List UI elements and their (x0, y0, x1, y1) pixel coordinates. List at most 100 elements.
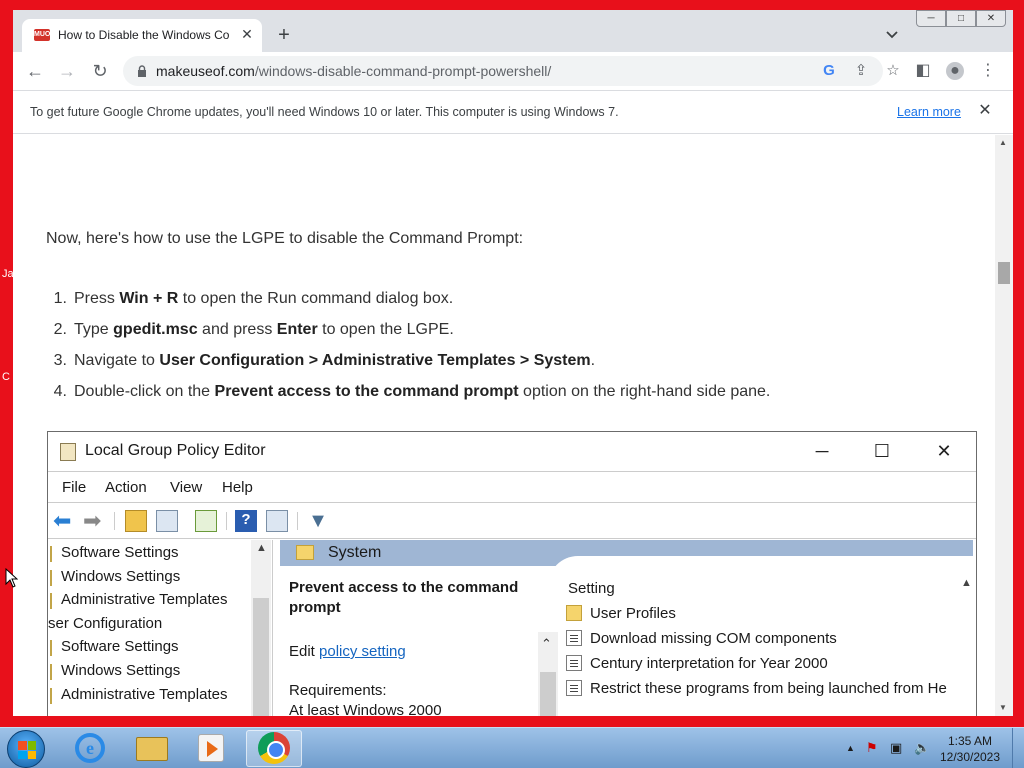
system-clock[interactable]: 1:35 AM 12/30/2023 (930, 733, 1010, 765)
gpe-tree-node: Administrative Templates (61, 591, 228, 609)
windows-logo-icon (18, 741, 36, 759)
article-intro: Now, here's how to use the LGPE to disab… (46, 230, 524, 247)
gpe-requirements-value: At least Windows 2000 (289, 702, 442, 716)
step-number: 3. (53, 352, 67, 369)
side-panel-icon[interactable]: ◧ (914, 62, 932, 80)
url-path: /windows-disable-command-prompt-powershe… (254, 63, 552, 79)
gpe-settings-scrollbar: ▲ (958, 570, 975, 716)
window-controls: ─ □ ✕ (916, 10, 1006, 27)
page-scrollbar[interactable]: ▲ ▼ (995, 135, 1013, 716)
step-emphasis: Win + R (119, 290, 179, 307)
scrollbar-thumb[interactable] (998, 262, 1010, 284)
gpe-desc-scrollbar: ⌃ (538, 632, 558, 716)
tree-guide-line (50, 640, 52, 657)
step-item: 3. Navigate to User Configuration > Admin… (46, 352, 966, 383)
clock-time: 1:35 AM (947, 734, 993, 748)
step-item: 1. Press Win + R to open the Run command … (46, 290, 966, 321)
gpe-tree-node: Software Settings (61, 638, 179, 656)
steps-list: 1. Press Win + R to open the Run command … (46, 290, 966, 414)
gpe-edit-line: Edit policy setting (289, 643, 406, 660)
gpe-tree-pane: Software Settings Windows Settings Adminis… (48, 540, 273, 716)
google-lens-icon[interactable]: G (820, 62, 838, 80)
gpe-tree-node: Software Settings (61, 544, 179, 561)
gpe-filter-icon: ▼ (308, 510, 328, 532)
bookmark-star-icon[interactable]: ☆ (884, 62, 902, 80)
site-favicon-icon: MUO (34, 29, 50, 41)
gpe-titlebar: Local Group Policy Editor ─ ☐ ✕ (48, 432, 976, 472)
gpe-export-list-icon (195, 510, 217, 532)
mouse-cursor-icon (5, 568, 18, 588)
learn-more-link[interactable]: Learn more (897, 105, 961, 119)
page-content: Now, here's how to use the LGPE to disab… (13, 135, 995, 716)
step-number: 2. (53, 321, 67, 338)
gpe-tree-node: ser Configuration (48, 614, 163, 632)
minimize-button[interactable]: ─ (916, 10, 946, 27)
gpe-tree-node: Windows Settings (61, 567, 181, 585)
media-player-icon[interactable] (198, 734, 224, 762)
show-desktop-button[interactable] (1012, 728, 1024, 768)
step-item: 4. Double-click on the Prevent access to … (46, 383, 966, 414)
gpe-setting-row: Restrict these programs from being launc… (566, 677, 961, 702)
volume-muted-icon[interactable]: 🔈 (914, 740, 930, 756)
tree-guide-line (50, 593, 52, 610)
chevron-down-icon[interactable] (885, 28, 899, 42)
gpe-policy-setting-link: policy setting (319, 643, 406, 660)
gpe-menu-action: Action (105, 479, 147, 496)
url-text: makeuseof.com/windows-disable-command-pr… (156, 63, 551, 79)
gpe-setting-column-header: Setting (568, 580, 615, 597)
start-button[interactable] (7, 730, 45, 768)
gpe-tree-node: Windows Settings (61, 662, 181, 679)
policy-document-icon (566, 680, 582, 696)
infobar-message: To get future Google Chrome updates, you… (30, 105, 619, 119)
internet-explorer-icon[interactable]: e (75, 733, 105, 763)
folder-icon (296, 545, 314, 560)
policy-document-icon (566, 655, 582, 671)
desktop-icon-label-fragment: Ja (2, 268, 14, 280)
address-bar[interactable]: makeuseof.com/windows-disable-command-pr… (123, 56, 900, 86)
gpe-minimize-icon: ─ (815, 441, 829, 461)
gpe-setting-row: Download missing COM components (566, 627, 961, 652)
show-hidden-icons-icon[interactable]: ▲ (846, 743, 855, 753)
step-number: 1. (53, 290, 67, 307)
tree-guide-line (50, 569, 52, 586)
kebab-menu-icon[interactable]: ⋮ (979, 62, 997, 80)
step-text: Navigate to (74, 352, 160, 369)
gpe-menubar: File Action View Help (48, 473, 976, 503)
profile-avatar-icon[interactable]: ● (946, 62, 964, 80)
reload-icon[interactable]: ↻ (90, 61, 110, 81)
close-window-button[interactable]: ✕ (976, 10, 1006, 27)
network-icon[interactable]: ▣ (890, 740, 902, 756)
tab-active[interactable]: MUO How to Disable the Windows Co ✕ (22, 19, 262, 52)
step-text: to open the Run command dialog box. (178, 290, 454, 307)
gpe-forward-icon: ➡ (83, 508, 102, 533)
gpe-settings-list: User Profiles Download missing COM compon… (566, 602, 961, 702)
gpe-extended-view-icon (266, 510, 288, 532)
chrome-taskbar-icon[interactable] (258, 732, 290, 764)
gpe-back-icon: ⬅ (53, 508, 72, 533)
scroll-up-arrow-icon[interactable]: ▲ (999, 138, 1007, 147)
new-tab-button[interactable]: + (273, 25, 295, 47)
tab-close-icon[interactable]: ✕ (238, 25, 256, 43)
share-icon[interactable]: ⇪ (852, 62, 870, 80)
maximize-button[interactable]: □ (946, 10, 976, 27)
chrome-window: MUO How to Disable the Windows Co ✕ + ─ … (13, 10, 1013, 716)
infobar-close-icon[interactable]: ✕ (976, 102, 994, 120)
url-domain: makeuseof.com (156, 63, 255, 79)
gpe-setting-row: Century interpretation for Year 2000 (566, 652, 961, 677)
gpe-app-icon (60, 443, 76, 461)
tab-title: How to Disable the Windows Co (58, 28, 230, 42)
gpe-setting-label: User Profiles (590, 605, 676, 622)
forward-arrow-icon[interactable]: → (57, 61, 77, 81)
gpe-setting-label: Restrict these programs from being launc… (590, 680, 947, 697)
gpe-setting-row: User Profiles (566, 602, 961, 627)
action-center-flag-icon[interactable]: ⚑ (866, 740, 878, 756)
back-arrow-icon[interactable]: ← (25, 61, 45, 81)
gpe-toolbar: ⬅ ➡ ? ▼ (48, 503, 976, 539)
scroll-down-arrow-icon[interactable]: ▼ (999, 703, 1007, 712)
step-text: and press (197, 321, 277, 338)
gpe-section-title: System (328, 544, 382, 561)
lock-icon (138, 65, 146, 77)
step-text: Type (74, 321, 114, 338)
gpedit-screenshot: Local Group Policy Editor ─ ☐ ✕ File Act… (47, 431, 977, 716)
file-explorer-icon[interactable] (136, 737, 168, 761)
